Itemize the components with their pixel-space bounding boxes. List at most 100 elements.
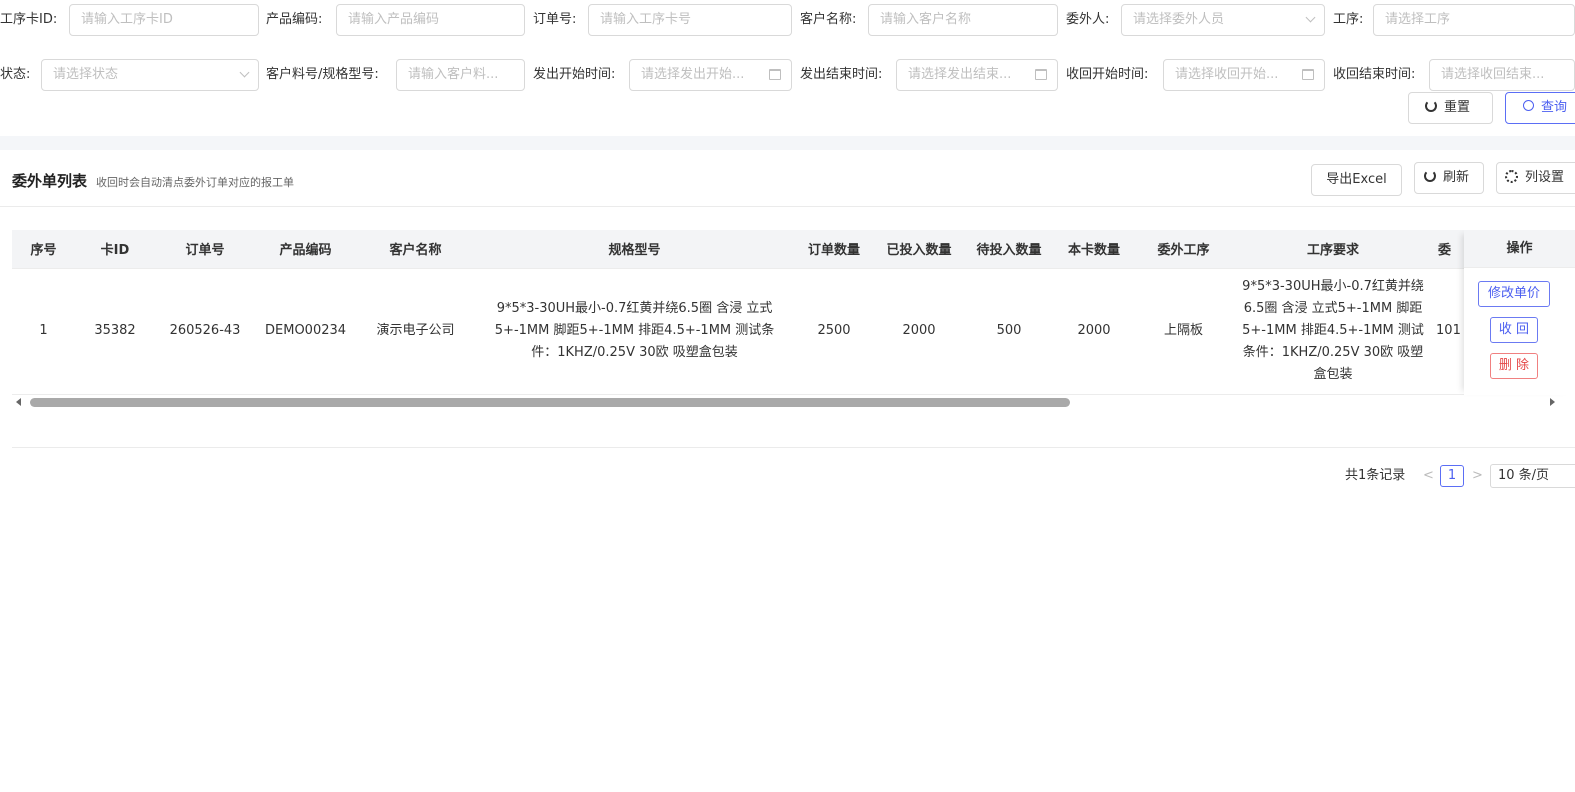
placeholder: 请输入客户料... xyxy=(408,67,499,82)
order-no-input[interactable]: 请输入工序卡号 xyxy=(588,4,792,36)
filter-label: 订单号: xyxy=(533,12,577,27)
calendar-icon xyxy=(769,60,781,90)
cell-order-no: 260526-43 xyxy=(155,268,255,395)
column-header[interactable]: 序号 xyxy=(12,230,75,269)
customer-name-input[interactable]: 请输入客户名称 xyxy=(868,4,1058,36)
prev-page-button[interactable]: < xyxy=(1423,464,1434,488)
page-size-label: 10 条/页 xyxy=(1498,468,1550,483)
column-header[interactable]: 委外工序 xyxy=(1134,230,1234,269)
placeholder: 请输入工序卡ID xyxy=(81,12,173,27)
filter-label: 工序卡ID: xyxy=(0,12,58,27)
cell-card-qty: 2000 xyxy=(1054,268,1135,395)
delete-button[interactable]: 删 除 xyxy=(1490,353,1538,379)
cell-card-id: 35382 xyxy=(75,268,155,395)
outsource-table-card: 委外单列表 收回时会自动清点委外订单对应的报工单 导出Excel 刷新 列设置 … xyxy=(0,150,1575,792)
recv-end-date-picker[interactable]: 请选择收回结束... xyxy=(1429,59,1575,91)
scroll-right-icon[interactable] xyxy=(1550,398,1555,406)
divider xyxy=(12,447,1575,448)
next-page-button[interactable]: > xyxy=(1472,464,1483,488)
column-header[interactable]: 产品编码 xyxy=(255,230,357,269)
placeholder: 请选择收回结束... xyxy=(1441,67,1545,82)
cell-pending-qty: 500 xyxy=(964,268,1055,395)
export-excel-button[interactable]: 导出Excel xyxy=(1311,164,1402,196)
column-header[interactable]: 本卡数量 xyxy=(1054,230,1135,269)
cell-process-requirement: 9*5*3-30UH最小-0.7红黄并绕6.5圈 含浸 立式5+-1MM 脚距5… xyxy=(1233,268,1434,395)
filter-label: 状态: xyxy=(0,67,31,82)
refresh-label: 刷新 xyxy=(1443,170,1470,185)
customer-part-input[interactable]: 请输入客户料... xyxy=(396,59,525,91)
send-start-date-picker[interactable]: 请选择发出开始... xyxy=(629,59,792,91)
filter-label: 收回结束时间: xyxy=(1333,67,1416,82)
reload-icon xyxy=(1424,163,1436,193)
cell-order-qty: 2500 xyxy=(794,268,875,395)
outsourcer-select[interactable]: 请选择委外人员 xyxy=(1121,4,1325,36)
recall-button[interactable]: 收 回 xyxy=(1490,317,1538,343)
filter-label: 工序: xyxy=(1333,12,1364,27)
column-header[interactable]: 待投入数量 xyxy=(964,230,1055,269)
process-select[interactable]: 请选择工序 xyxy=(1373,4,1575,36)
column-header[interactable]: 订单号 xyxy=(155,230,255,269)
ops-header: 操作 xyxy=(1464,230,1575,268)
section-divider xyxy=(0,136,1575,150)
column-settings-label: 列设置 xyxy=(1525,170,1565,185)
placeholder: 请选择收回开始... xyxy=(1175,67,1279,82)
column-header[interactable]: 订单数量 xyxy=(794,230,875,269)
placeholder: 请选择发出结束... xyxy=(908,67,1012,82)
cell-spec: 9*5*3-30UH最小-0.7红黄并绕6.5圈 含浸 立式5+-1MM 脚距5… xyxy=(475,268,795,395)
chevron-down-icon xyxy=(239,60,250,90)
filter-label: 收回开始时间: xyxy=(1066,67,1149,82)
placeholder: 请选择委外人员 xyxy=(1133,12,1225,27)
calendar-icon xyxy=(1035,60,1047,90)
column-header[interactable]: 客户名称 xyxy=(356,230,476,269)
page-size-select[interactable]: 10 条/页 xyxy=(1490,464,1575,488)
card-subtitle: 收回时会自动清点委外订单对应的报工单 xyxy=(96,176,294,189)
refresh-button[interactable]: 刷新 xyxy=(1414,162,1484,194)
filter-label: 客户名称: xyxy=(800,12,857,27)
calendar-icon xyxy=(1302,60,1314,90)
horizontal-scrollbar[interactable] xyxy=(12,394,1563,410)
divider xyxy=(0,206,1575,207)
reset-button[interactable]: 重置 xyxy=(1408,92,1493,124)
search-label: 查询 xyxy=(1541,100,1568,115)
page-number-current[interactable]: 1 xyxy=(1440,465,1464,487)
table: 序号 卡ID 订单号 产品编码 客户名称 规格型号 订单数量 已投入数量 待投入… xyxy=(12,230,1474,395)
cell-outsource-process: 上隔板 xyxy=(1134,268,1234,395)
filter-panel: 工序卡ID: 请输入工序卡ID 产品编码: 请输入产品编码 订单号: 请输入工序… xyxy=(0,0,1575,136)
send-end-date-picker[interactable]: 请选择发出结束... xyxy=(896,59,1058,91)
column-header[interactable]: 卡ID xyxy=(75,230,155,269)
column-header[interactable]: 已投入数量 xyxy=(874,230,965,269)
table-row: 1 35382 260526-43 DEMO00234 演示电子公司 9*5*3… xyxy=(12,268,1474,395)
recv-start-date-picker[interactable]: 请选择收回开始... xyxy=(1163,59,1325,91)
card-title: 委外单列表 xyxy=(12,172,88,190)
cell-input-qty: 2000 xyxy=(874,268,965,395)
column-header[interactable]: 规格型号 xyxy=(475,230,795,269)
placeholder: 请选择工序 xyxy=(1385,12,1451,27)
placeholder: 请选择状态 xyxy=(53,67,119,82)
ops-fixed-column: 操作 修改单价 收 回 删 除 xyxy=(1464,230,1575,395)
filter-label: 发出开始时间: xyxy=(533,67,616,82)
search-icon xyxy=(1523,93,1534,123)
search-button[interactable]: 查询 xyxy=(1505,92,1575,124)
data-table: 序号 卡ID 订单号 产品编码 客户名称 规格型号 订单数量 已投入数量 待投入… xyxy=(12,230,1575,410)
export-label: 导出Excel xyxy=(1326,172,1387,187)
reset-label: 重置 xyxy=(1444,100,1471,115)
table-header-row: 序号 卡ID 订单号 产品编码 客户名称 规格型号 订单数量 已投入数量 待投入… xyxy=(12,230,1474,269)
filter-label: 委外人: xyxy=(1066,12,1110,27)
scroll-left-icon[interactable] xyxy=(16,398,21,406)
pagination-total: 共1条记录 xyxy=(1345,468,1406,483)
product-code-input[interactable]: 请输入产品编码 xyxy=(336,4,525,36)
placeholder: 请输入客户名称 xyxy=(880,12,972,27)
chevron-down-icon xyxy=(1305,5,1316,35)
scrollbar-thumb[interactable] xyxy=(30,398,1070,407)
edit-price-button[interactable]: 修改单价 xyxy=(1478,281,1550,307)
card-id-input[interactable]: 请输入工序卡ID xyxy=(69,4,259,36)
column-header[interactable]: 工序要求 xyxy=(1233,230,1434,269)
placeholder: 请输入工序卡号 xyxy=(600,12,692,27)
gear-icon xyxy=(1505,163,1518,193)
column-settings-button[interactable]: 列设置 xyxy=(1496,162,1575,194)
filter-label: 产品编码: xyxy=(266,12,323,27)
placeholder: 请输入产品编码 xyxy=(348,12,440,27)
status-select[interactable]: 请选择状态 xyxy=(41,59,259,91)
reload-icon xyxy=(1425,93,1437,123)
placeholder: 请选择发出开始... xyxy=(641,67,745,82)
